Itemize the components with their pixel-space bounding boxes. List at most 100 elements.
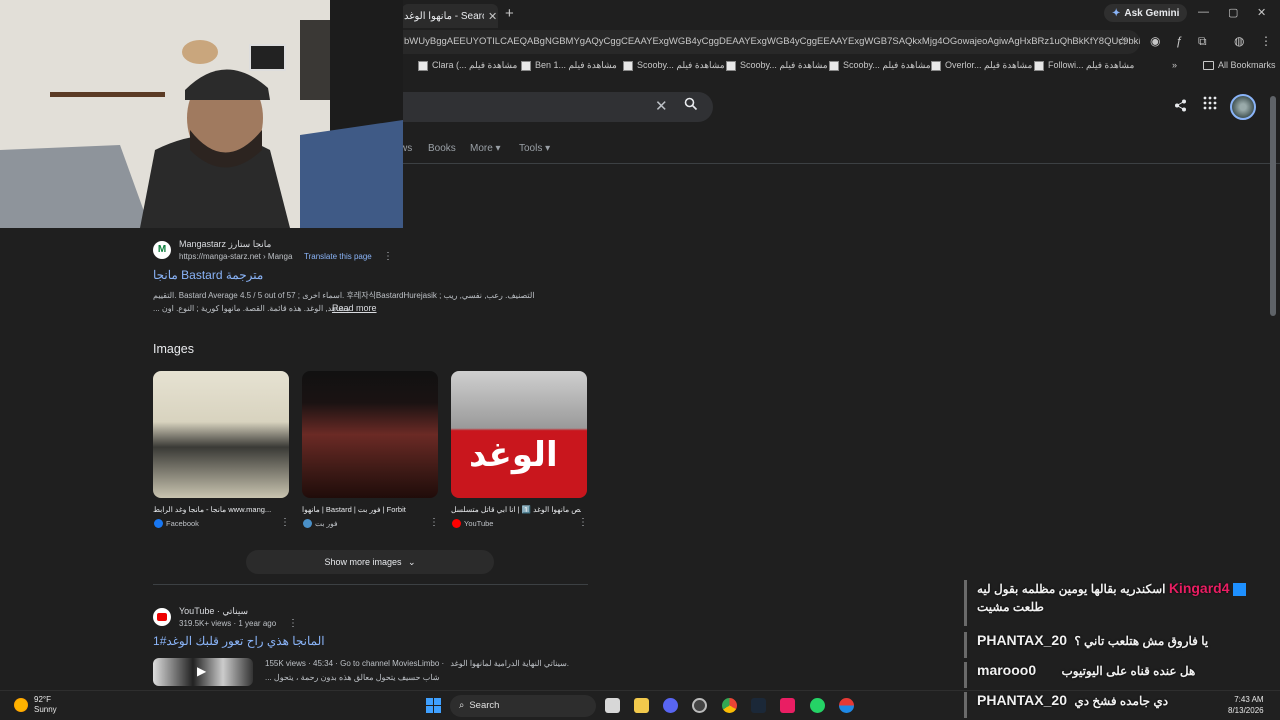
maximize-icon[interactable]: ▢	[1228, 6, 1238, 19]
profile-icon[interactable]: ◍	[1234, 34, 1244, 48]
minimize-icon[interactable]: —	[1198, 6, 1209, 18]
bookmark-item[interactable]: Scooby... مشاهدة فيلم	[829, 60, 931, 71]
bookmark-favicon-icon	[726, 60, 736, 71]
bookmarks-overflow-icon[interactable]: »	[1172, 60, 1177, 70]
filter-tab-tools[interactable]: Tools ▾	[519, 143, 550, 154]
show-more-images-button[interactable]: Show more images ⌄	[246, 550, 494, 574]
tiktok-live-icon[interactable]	[780, 698, 795, 713]
obs-icon[interactable]	[692, 698, 707, 713]
image-result-thumbnail[interactable]: الوغد	[451, 371, 587, 498]
youtube-icon	[452, 519, 461, 528]
bookmark-item[interactable]: Ben 1... مشاهدة فيلم	[521, 60, 617, 71]
filter-tab-more[interactable]: More ▾	[470, 143, 501, 154]
extensions-puzzle-icon[interactable]: ⧉	[1198, 34, 1207, 49]
chat-username: Kingard4	[1168, 580, 1230, 596]
temperature: 92°F	[34, 695, 51, 704]
discord-icon[interactable]	[663, 698, 678, 713]
sun-icon	[14, 698, 28, 712]
tab-title: مانهوا الوغد - Search	[404, 10, 484, 22]
steam-icon[interactable]	[751, 698, 766, 713]
translate-link[interactable]: Translate this page	[304, 252, 372, 261]
bookmark-favicon-icon	[829, 60, 839, 71]
browser-tab[interactable]: مانهوا الوغد - Search ✕	[402, 4, 498, 28]
image-options-icon[interactable]: ⋮	[578, 517, 588, 528]
chat-message: marooo0 هل عنده قناه على اليوتيوب	[964, 662, 1270, 688]
bookmark-star-icon[interactable]: ☆	[1117, 34, 1128, 48]
tab-close-icon[interactable]: ✕	[488, 10, 497, 23]
filter-tab-books[interactable]: Books	[428, 143, 456, 154]
result-meta: 319.5K+ views · 1 year ago	[179, 619, 277, 628]
ask-gemini-button[interactable]: ✦ Ask Gemini	[1104, 4, 1188, 22]
bookmark-item[interactable]: Scooby... مشاهدة فيلم	[726, 60, 828, 71]
bookmark-item[interactable]: Followi... مشاهدة فيلم	[1034, 60, 1134, 71]
images-heading: Images	[153, 342, 194, 356]
clear-search-icon[interactable]: ✕	[655, 97, 668, 115]
chat-message-continued: طلعت مشيت	[977, 600, 1044, 615]
result-title-link[interactable]: مانجا Bastard مترجمة	[153, 268, 263, 282]
video-meta: 155K views · 45:34 · Go to channel Movie…	[265, 659, 570, 668]
new-tab-icon[interactable]: +	[505, 5, 514, 22]
font-extension-icon[interactable]: ƒ	[1176, 34, 1183, 48]
section-divider	[153, 584, 588, 585]
chat-username: marooo0	[977, 662, 1037, 678]
all-bookmarks-button[interactable]: All Bookmarks	[1203, 60, 1276, 70]
share-icon[interactable]	[1174, 99, 1187, 115]
bookmark-favicon-icon	[931, 60, 941, 71]
result-title-link[interactable]: المانجا هذي راح تعور قلبك الوغد#1	[153, 634, 325, 648]
image-source: فور بت	[303, 519, 338, 528]
image-source: Facebook	[154, 519, 199, 528]
image-result-thumbnail[interactable]	[153, 371, 289, 498]
image-caption[interactable]: مانجا - مانجا وغد الرابط www.mang...	[153, 505, 283, 514]
chevron-down-icon: ⌄	[408, 557, 416, 567]
image-options-icon[interactable]: ⋮	[429, 517, 439, 528]
image-result-thumbnail[interactable]	[302, 371, 438, 498]
image-options-icon[interactable]: ⋮	[280, 517, 290, 528]
taskbar-search[interactable]: ⌕ Search	[450, 695, 596, 717]
google-apps-icon[interactable]	[1203, 96, 1217, 113]
result-options-icon[interactable]: ⋮	[383, 251, 393, 262]
file-explorer-icon[interactable]	[634, 698, 649, 713]
bookmark-item[interactable]: Overlor... مشاهدة فيلم	[931, 60, 1032, 71]
image-caption[interactable]: مانهوا | Bastard | فور بت | Forbit	[302, 505, 432, 514]
menu-kebab-icon[interactable]: ⋮	[1260, 34, 1272, 48]
task-view-icon[interactable]	[605, 698, 620, 713]
whatsapp-icon[interactable]	[810, 698, 825, 713]
account-avatar[interactable]	[1230, 94, 1256, 120]
result-snippet: التقييم. Bastard Average 4.5 / 5 out of …	[153, 291, 535, 300]
result-options-icon[interactable]: ⋮	[288, 618, 298, 629]
result-site-name[interactable]: Mangastarz مانجا ستارز	[179, 239, 271, 250]
extension-circle-icon[interactable]: ◉	[1150, 34, 1160, 48]
bookmark-item[interactable]: Clara (... مشاهدة فيلم	[418, 60, 517, 71]
result-site-name[interactable]: YouTube · سيناتي	[179, 606, 248, 617]
read-more-link[interactable]: Read more	[332, 303, 377, 313]
folder-icon	[1203, 60, 1214, 70]
app-icon[interactable]	[839, 698, 854, 713]
bookmark-item[interactable]: Scooby... مشاهدة فيلم	[623, 60, 725, 71]
facebook-icon	[154, 519, 163, 528]
search-icon[interactable]	[684, 97, 698, 114]
webcam-video-frame	[0, 0, 403, 228]
site-favicon-icon	[303, 519, 312, 528]
image-caption[interactable]: ملخص مانهوا الوغد 1️⃣ | انا ابي قاتل متس…	[451, 505, 581, 514]
search-icon: ⌕	[459, 700, 465, 711]
thumbnail-arabic-title: الوغد	[469, 435, 558, 475]
windows-start-icon[interactable]	[426, 698, 441, 713]
stream-chat-overlay: اسكندريه بقالها يومين مظلمه بقول ليه Kin…	[964, 576, 1270, 690]
result-url[interactable]: https://manga-starz.net › Manga	[179, 252, 292, 261]
webcam-overlay	[0, 0, 403, 228]
bookmark-favicon-icon	[623, 60, 633, 71]
chrome-icon[interactable]	[722, 698, 737, 713]
chat-username: PHANTAX_20	[977, 692, 1067, 708]
bookmarks-bar: Clara (... مشاهدة فيلم Ben 1... مشاهدة ف…	[400, 56, 1280, 76]
weather-condition: Sunny	[34, 705, 57, 714]
page-scrollbar[interactable]	[1270, 96, 1276, 316]
video-thumbnail[interactable]: ▶	[153, 658, 253, 686]
mangastarz-favicon-icon: M	[153, 241, 171, 259]
weather-widget[interactable]: 92°F Sunny	[14, 695, 57, 715]
image-source: YouTube	[452, 519, 493, 528]
close-window-icon[interactable]: ✕	[1257, 6, 1266, 19]
address-bar[interactable]: bWUyBggAEEUYOTILCAEQABgNGBMYgAQyCggCEAAY…	[400, 30, 1140, 54]
chat-username: PHANTAX_20	[977, 632, 1067, 648]
chat-badge-icon	[1232, 583, 1246, 597]
header-divider	[400, 163, 1280, 164]
